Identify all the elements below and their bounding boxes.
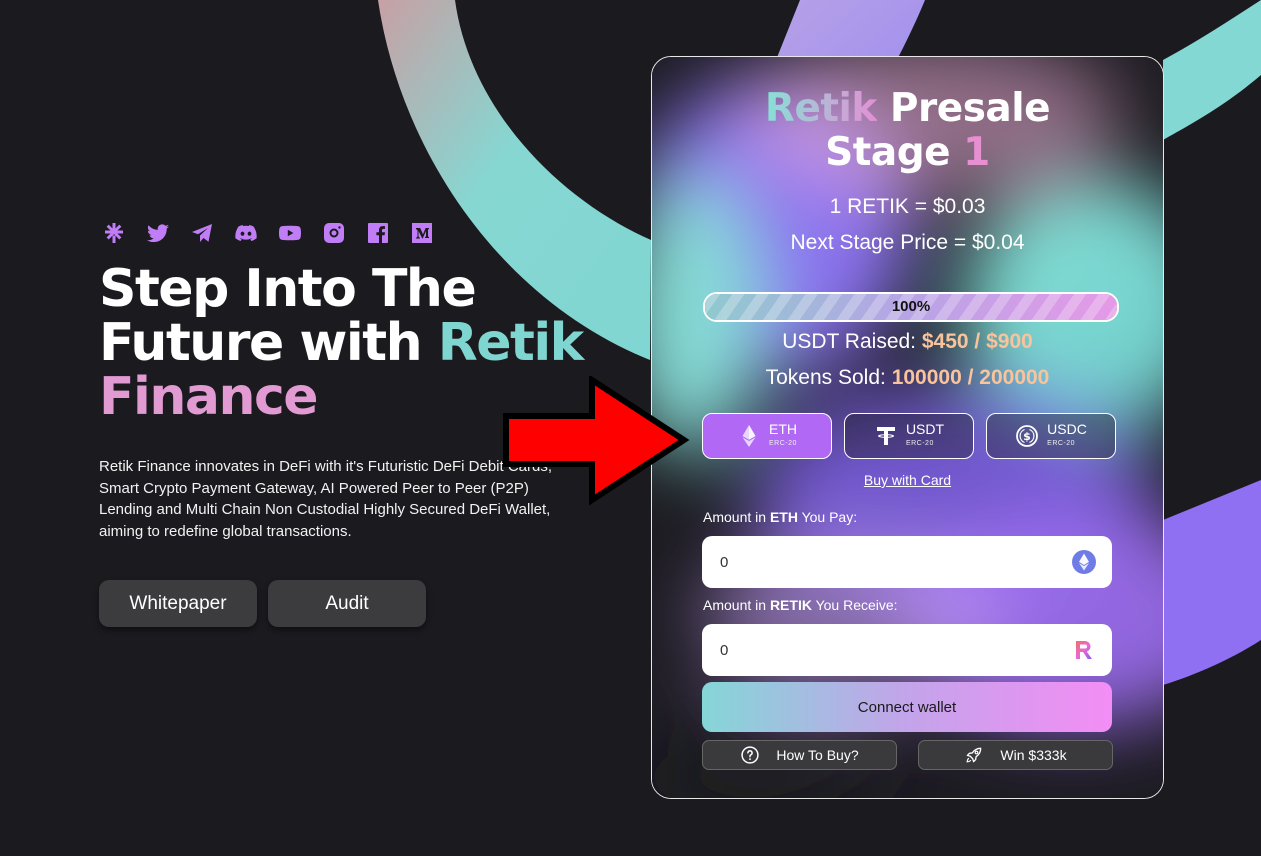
presale-stage-label: Stage — [825, 130, 964, 175]
usdt-raised-label: USDT Raised: — [782, 330, 922, 353]
pay-eth-button[interactable]: ETH ERC-20 — [702, 413, 832, 459]
whitepaper-button[interactable]: Whitepaper — [99, 580, 257, 627]
pay-amount-input[interactable] — [720, 551, 1050, 573]
pay-usdt-label: USDT — [905, 420, 945, 437]
next-stage-price: Next Stage Price = $0.04 — [790, 231, 1025, 254]
pay-amount-label-c: You Pay: — [797, 509, 858, 525]
audit-button[interactable]: Audit — [268, 580, 426, 627]
pay-amount-label-currency: ETH — [769, 509, 798, 525]
social-links — [101, 220, 599, 246]
question-circle-icon — [741, 746, 760, 764]
usdt-raised-value: $450 / $900 — [921, 330, 1033, 353]
discord-icon[interactable] — [233, 220, 259, 246]
presale-title-brand: Retik — [764, 86, 877, 131]
hero-title-brand: Retik — [437, 313, 585, 373]
presale-stage-number: 1 — [963, 130, 990, 175]
pay-eth-label: ETH — [769, 420, 797, 437]
hero-buttons: Whitepaper Audit — [99, 580, 599, 627]
tokens-sold-value: 100000 / 200000 — [891, 366, 1050, 389]
svg-text:$: $ — [1023, 430, 1031, 443]
connect-wallet-button[interactable]: Connect wallet — [702, 682, 1112, 732]
usdt-raised: USDT Raised: $450 / $900 — [652, 330, 1163, 354]
pay-amount-label-a: Amount in — [703, 509, 770, 525]
medium-icon[interactable] — [409, 220, 435, 246]
twitter-icon[interactable] — [145, 220, 171, 246]
linktree-icon[interactable] — [101, 220, 127, 246]
retik-logo-icon — [1076, 641, 1092, 659]
tokens-sold-label: Tokens Sold: — [765, 366, 892, 389]
win-button[interactable]: Win $333k — [918, 740, 1113, 770]
receive-amount-input[interactable] — [720, 639, 1050, 661]
usdc-icon: $ — [1015, 424, 1039, 448]
payment-options: ETH ERC-20 USDT ERC-20 $ USDC ERC-20 — [702, 413, 1116, 459]
how-to-buy-button[interactable]: How To Buy? — [702, 740, 897, 770]
hero-title-line1: Step Into The — [99, 259, 477, 319]
presale-progress-bar: 100% — [703, 292, 1119, 322]
telegram-icon[interactable] — [189, 220, 215, 246]
presale-title: Retik Presale Stage 1 — [652, 87, 1163, 175]
how-to-buy-label: How To Buy? — [776, 747, 859, 763]
presale-card: Retik Presale Stage 1 1 RETIK = $0.03 Ne… — [651, 56, 1164, 799]
presale-title-word: Presale — [876, 86, 1051, 131]
receive-amount-label-c: You Receive: — [811, 597, 898, 613]
rocket-icon — [966, 747, 982, 763]
current-price: 1 RETIK = $0.03 — [829, 195, 986, 218]
win-label: Win $333k — [1000, 747, 1067, 763]
buy-with-card-link[interactable]: Buy with Card — [652, 472, 1163, 488]
hero-title-line3: Finance — [99, 367, 319, 427]
red-arrow-annotation — [503, 376, 690, 506]
ethereum-icon — [1072, 550, 1096, 574]
pay-usdc-network: ERC-20 — [1047, 439, 1076, 447]
ethereum-icon — [737, 424, 761, 448]
receive-amount-field — [702, 624, 1112, 676]
pay-usdt-button[interactable]: USDT ERC-20 — [844, 413, 974, 459]
youtube-icon[interactable] — [277, 220, 303, 246]
facebook-icon[interactable] — [365, 220, 391, 246]
pay-amount-label: Amount in ETH You Pay: — [703, 509, 857, 525]
instagram-icon[interactable] — [321, 220, 347, 246]
pay-eth-network: ERC-20 — [769, 439, 797, 447]
tokens-sold: Tokens Sold: 100000 / 200000 — [652, 366, 1163, 390]
receive-amount-label: Amount in RETIK You Receive: — [703, 597, 898, 613]
pay-usdt-network: ERC-20 — [905, 439, 934, 447]
pay-amount-field — [702, 536, 1112, 588]
progress-label: 100% — [891, 298, 931, 315]
tether-icon — [874, 424, 898, 448]
hero-title-line2a: Future with — [99, 313, 438, 373]
receive-amount-label-a: Amount in — [703, 597, 770, 613]
pay-usdc-label: USDC — [1047, 420, 1087, 437]
pay-usdc-button[interactable]: $ USDC ERC-20 — [986, 413, 1116, 459]
receive-amount-label-token: RETIK — [769, 597, 812, 613]
